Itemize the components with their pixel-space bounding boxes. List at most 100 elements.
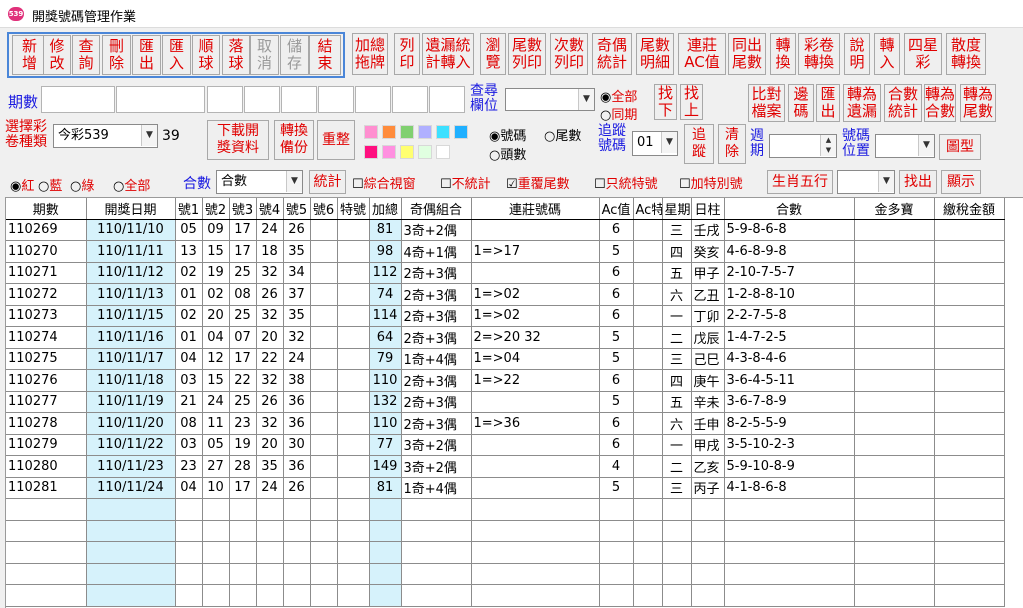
column-header[interactable]: 星期	[662, 198, 692, 220]
table-row[interactable]: 110272 110/11/13 01 02 08 26 37 74 2奇+3偶 1=>02 6 六乙…	[6, 283, 1005, 306]
color-swatch[interactable]	[364, 125, 378, 139]
statistics-button[interactable]: 統計	[309, 170, 346, 194]
table-row[interactable]: 110277 110/11/19 21 24 25 26 36 132 2奇+3偶 5 五辛未 3-6…	[6, 391, 1005, 413]
column-header[interactable]: Ac值	[599, 198, 634, 220]
edit-button[interactable]: 修 改	[43, 35, 71, 75]
show-button[interactable]: 顯示	[941, 170, 981, 194]
column-header[interactable]: 號1	[175, 198, 203, 220]
color-swatch[interactable]	[436, 125, 450, 139]
column-header[interactable]: 號5	[283, 198, 311, 220]
find-out-button[interactable]: 找出	[899, 170, 937, 194]
tail-print-button[interactable]: 尾數 列印	[508, 33, 546, 75]
lottery-type-select[interactable]: 今彩539 ▼	[53, 124, 158, 148]
color-swatch[interactable]	[418, 145, 432, 159]
chart-button[interactable]: 圖型	[939, 134, 981, 160]
reorganize-button[interactable]: 重整	[317, 120, 355, 160]
export-2-button[interactable]: 匯 出	[816, 84, 840, 122]
table-row[interactable]: 110278 110/11/20 08 11 23 32 36 110 2奇+3偶 1=>36 6 六…	[6, 412, 1005, 435]
column-header[interactable]: 期數	[6, 198, 87, 220]
table-row[interactable]: 110279 110/11/22 03 05 19 20 30 77 3奇+2偶 6 一甲戌 3-5-…	[6, 434, 1005, 456]
print-button[interactable]: 列 印	[394, 33, 420, 75]
lottery-convert-button[interactable]: 彩卷 轉換	[798, 33, 840, 75]
color-swatch[interactable]	[400, 125, 414, 139]
column-header[interactable]: 日柱	[691, 198, 725, 220]
tail-detail-button[interactable]: 尾數 明細	[636, 33, 674, 75]
table-row[interactable]: 110281 110/11/24 04 10 17 24 26 81 1奇+4偶 5 三丙子 4-1-…	[6, 477, 1005, 499]
period-input-1[interactable]	[41, 86, 115, 113]
radio-all[interactable]: ◉全部	[600, 86, 637, 105]
find-down-button[interactable]: 找 下	[654, 84, 677, 120]
number-input-2[interactable]	[244, 86, 280, 113]
radio-head[interactable]: ○頭數	[489, 144, 526, 163]
color-swatch[interactable]	[436, 145, 450, 159]
table-row[interactable]: 110276 110/11/18 03 15 22 32 38 110 2奇+3偶 1=>22 6 四…	[6, 369, 1005, 392]
consecutive-ac-button[interactable]: 連莊 AC值	[678, 33, 726, 75]
table-row[interactable]	[6, 584, 1005, 607]
sort-order-button[interactable]: 順 球	[192, 35, 220, 75]
draw-order-button[interactable]: 落 球	[222, 35, 250, 75]
column-header[interactable]: 號6	[310, 198, 338, 220]
sum-drag-button[interactable]: 加總 拖牌	[352, 33, 388, 75]
table-row[interactable]: 110280 110/11/23 23 27 28 35 36 149 3奇+2偶 4 二乙亥 5-9…	[6, 455, 1005, 478]
number-input-7[interactable]	[429, 86, 465, 113]
checkbox-add-special[interactable]: ☐加特別號	[679, 173, 743, 192]
table-row[interactable]: 110270 110/11/11 13 15 17 18 35 98 4奇+1偶 1=>17 5 四癸…	[6, 240, 1005, 263]
compare-file-button[interactable]: 比對 檔案	[748, 84, 785, 122]
radio-all-color[interactable]: ○全部	[113, 175, 150, 194]
number-input-4[interactable]	[318, 86, 354, 113]
four-star-button[interactable]: 四星 彩	[904, 33, 942, 75]
column-header[interactable]: 奇偶組合	[401, 198, 472, 220]
to-missing-button[interactable]: 轉為 遺漏	[843, 84, 881, 122]
cycle-spinner[interactable]: ▲ ▼	[769, 134, 837, 158]
to-tail-button[interactable]: 轉為 尾數	[960, 84, 996, 122]
number-input-3[interactable]	[281, 86, 317, 113]
help-button[interactable]: 說 明	[844, 33, 870, 75]
radio-same-period[interactable]: ○同期	[600, 104, 637, 123]
track-button[interactable]: 追 蹤	[684, 124, 714, 164]
query-field-select[interactable]: ▼	[505, 88, 595, 111]
delete-button[interactable]: 刪 除	[102, 35, 131, 75]
convert-button[interactable]: 轉 換	[770, 33, 796, 75]
table-row[interactable]	[6, 520, 1005, 542]
to-sum-button[interactable]: 轉為 合數	[924, 84, 956, 122]
number-input-5[interactable]	[355, 86, 391, 113]
column-header[interactable]: 繳稅金額	[934, 198, 1005, 220]
add-button[interactable]: 新 增	[12, 35, 47, 75]
radio-number[interactable]: ◉號碼	[489, 125, 526, 144]
table-row[interactable]	[6, 498, 1005, 521]
checkbox-repeat-tail[interactable]: ☑重覆尾數	[506, 173, 570, 192]
exit-button[interactable]: 結 束	[309, 35, 341, 75]
period-input-2[interactable]	[116, 86, 205, 113]
table-row[interactable]	[6, 563, 1005, 585]
color-swatch[interactable]	[418, 125, 432, 139]
cancel-button[interactable]: 取 消	[250, 35, 279, 75]
radio-red[interactable]: ◉紅	[10, 175, 34, 194]
column-header[interactable]: 號2	[202, 198, 230, 220]
spread-convert-button[interactable]: 散度 轉換	[946, 33, 986, 75]
zodiac-elements-button[interactable]: 生肖五行	[767, 170, 833, 194]
count-print-button[interactable]: 次數 列印	[550, 33, 588, 75]
same-tail-button[interactable]: 同出 尾數	[728, 33, 766, 75]
column-header[interactable]: 連莊號碼	[471, 198, 600, 220]
column-header[interactable]: 號3	[229, 198, 257, 220]
radio-green[interactable]: ○綠	[70, 175, 94, 194]
column-header[interactable]: 特號	[337, 198, 370, 220]
backup-convert-button[interactable]: 轉換 備份	[274, 120, 314, 160]
column-header[interactable]: 加總	[369, 198, 402, 220]
checkbox-no-stat[interactable]: ☐不統計	[440, 173, 491, 192]
sum-stat-button[interactable]: 合數 統計	[884, 84, 922, 122]
checkbox-only-special[interactable]: ☐只統特號	[594, 173, 658, 192]
save-button[interactable]: 儲 存	[280, 35, 309, 75]
column-header[interactable]: Ac特	[633, 198, 663, 220]
download-data-button[interactable]: 下載開 獎資料	[207, 120, 269, 160]
column-header[interactable]: 金多寶	[854, 198, 935, 220]
table-row[interactable]: 110269 110/11/10 05 09 17 24 26 81 3奇+2偶 6 三壬戌 5-9-…	[6, 219, 1005, 241]
clear-button[interactable]: 清 除	[718, 124, 746, 164]
table-row[interactable]: 110273 110/11/15 02 20 25 32 35 114 2奇+3偶 1=>02 6 一…	[6, 305, 1005, 327]
color-swatch[interactable]	[382, 125, 396, 139]
color-swatch[interactable]	[382, 145, 396, 159]
query-button[interactable]: 查 詢	[72, 35, 100, 75]
odd-even-stat-button[interactable]: 奇偶 統計	[592, 33, 632, 75]
column-header[interactable]: 合數	[724, 198, 855, 220]
column-header[interactable]: 號4	[256, 198, 284, 220]
